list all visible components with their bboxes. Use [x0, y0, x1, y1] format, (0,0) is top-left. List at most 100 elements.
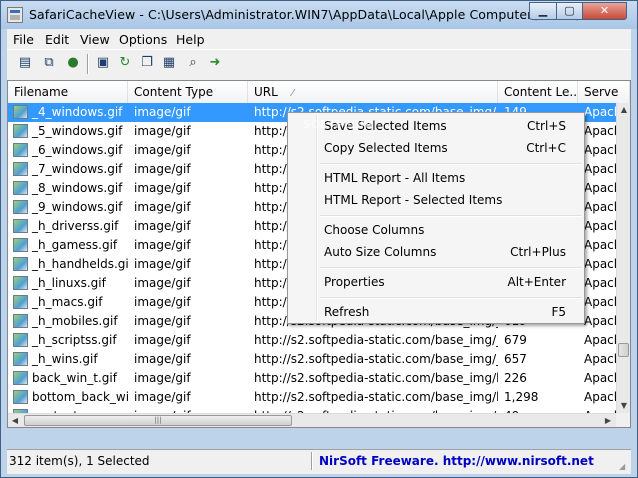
- menu-edit[interactable]: Edit: [45, 32, 69, 47]
- filename-cell: back_win_t.gif: [8, 369, 128, 388]
- vertical-scrollbar[interactable]: ▲ ▼: [616, 103, 630, 413]
- filename-cell: _h_driverss.gif: [8, 217, 128, 236]
- type-cell: image/gif: [134, 181, 191, 195]
- table-row[interactable]: back_win_t.gif image/gif http://s2.softped…: [8, 369, 616, 388]
- image-file-icon: [13, 257, 28, 271]
- save-icon[interactable]: ▣: [95, 55, 111, 71]
- type-cell: image/gif: [134, 257, 191, 271]
- vertical-scroll-thumb[interactable]: [618, 343, 629, 357]
- table-row[interactable]: bottom_back_wi... image/gif http://s2.soft…: [8, 388, 616, 407]
- nirsoft-link[interactable]: NirSoft Freeware. http://www.nirsoft.net: [319, 454, 594, 468]
- type-cell: image/gif: [128, 103, 248, 122]
- copy-icon[interactable]: ⧉: [41, 55, 57, 71]
- resize-grip-icon[interactable]: ◢: [619, 462, 629, 472]
- filename-text: _9_windows.gif: [32, 200, 123, 214]
- find-icon[interactable]: ⌕: [185, 55, 201, 71]
- scroll-up-icon[interactable]: ▲: [619, 105, 629, 115]
- properties-icon[interactable]: ▤: [17, 55, 33, 71]
- horizontal-scroll-thumb[interactable]: |||: [24, 415, 292, 426]
- type-cell: image/gif: [134, 143, 191, 157]
- context-menu-separator: [320, 163, 582, 165]
- image-file-icon: [13, 162, 28, 176]
- type-cell: image/gif: [134, 238, 191, 252]
- menu-item-copy-selected-items[interactable]: Copy Selected Items Ctrl+C: [290, 137, 582, 159]
- window-title: SafariCacheView - C:\Users\Administrator…: [29, 7, 607, 22]
- filename-cell: bottom_back_wi...: [8, 388, 128, 407]
- table-row[interactable]: _h_wins.gif image/gif http://s2.softpedia-…: [8, 350, 616, 369]
- menu-item-html-report-selected-items[interactable]: HTML Report - Selected Items: [290, 189, 582, 211]
- filename-text: _h_scriptss.gif: [32, 333, 117, 347]
- menu-options[interactable]: Options: [119, 32, 167, 47]
- type-cell: image/gif: [134, 124, 191, 138]
- filename-cell: _6_windows.gif: [8, 141, 128, 160]
- column-filename[interactable]: Filename: [8, 81, 128, 103]
- filename-text: _7_windows.gif: [32, 162, 123, 176]
- url-cell: http://s2.softpedia-static.com/base_img/…: [254, 371, 498, 385]
- menu-file[interactable]: File: [13, 32, 34, 47]
- horizontal-scrollbar[interactable]: ◀ ||| ▶: [8, 413, 616, 427]
- menu-item-refresh[interactable]: Refresh F5: [290, 301, 582, 323]
- filename-text: _h_macs.gif: [32, 295, 103, 309]
- context-menu: Save Selected Items Ctrl+S Copy Selected I…: [287, 112, 585, 324]
- menu-item-label: Auto Size Columns: [324, 245, 437, 259]
- image-file-icon: [13, 238, 28, 252]
- column-url[interactable]: URL ⁄: [248, 81, 498, 103]
- menu-item-shortcut: Ctrl+S: [526, 119, 566, 133]
- server-cell: Apacl: [584, 371, 616, 385]
- filename-cell: _h_gamess.gif: [8, 236, 128, 255]
- html-report-icon[interactable]: ▦: [161, 55, 177, 71]
- copy-selected-icon[interactable]: ❐: [139, 55, 155, 71]
- close-button[interactable]: ✕: [582, 2, 627, 20]
- filename-text: _4_windows.gif: [32, 105, 123, 119]
- menu-item-properties[interactable]: Properties Alt+Enter: [290, 271, 582, 293]
- sort-arrow-icon: ⁄: [291, 88, 294, 99]
- table-row[interactable]: _h_scriptss.gif image/gif http://s2.softpe…: [8, 331, 616, 350]
- menu-item-html-report-all-items[interactable]: HTML Report - All Items: [290, 167, 582, 189]
- filename-text: bottom_back_wi...: [32, 390, 128, 404]
- image-file-icon: [13, 314, 28, 328]
- list-header: Filename Content Type URL ⁄ Content Le...…: [8, 81, 630, 104]
- status-item-count: 312 item(s), 1 Selected: [9, 454, 150, 468]
- scroll-right-icon[interactable]: ▶: [602, 415, 614, 427]
- menu-item-label: Properties: [324, 275, 385, 289]
- menu-view[interactable]: View: [80, 32, 110, 47]
- web-icon[interactable]: ●: [65, 55, 81, 71]
- scroll-down-icon[interactable]: ▼: [619, 401, 629, 411]
- exit-icon[interactable]: ➜: [207, 55, 223, 71]
- menu-item-auto-size-columns[interactable]: Auto Size Columns Ctrl+Plus: [290, 241, 582, 263]
- filename-cell: _9_windows.gif: [8, 198, 128, 217]
- filename-text: _6_windows.gif: [32, 143, 123, 157]
- filename-text: _h_linuxs.gif: [32, 276, 106, 290]
- menu-help[interactable]: Help: [176, 32, 205, 47]
- column-content-type[interactable]: Content Type: [128, 81, 248, 103]
- column-content-length[interactable]: Content Le...: [498, 81, 578, 103]
- filename-text: _h_gamess.gif: [32, 238, 118, 252]
- type-cell: image/gif: [134, 333, 191, 347]
- maximize-button[interactable]: ▢: [556, 2, 583, 20]
- server-cell: Apacl: [584, 352, 616, 366]
- image-file-icon: [13, 352, 28, 366]
- toolbar: ▤ ⧉ ● ▣ ↻ ❐ ▦ ⌕ ➜: [7, 49, 631, 80]
- image-file-icon: [13, 390, 28, 404]
- title-bar[interactable]: SafariCacheView - C:\Users\Administrator…: [1, 1, 637, 29]
- filename-text: _8_windows.gif: [32, 181, 123, 195]
- type-cell: image/gif: [134, 162, 191, 176]
- refresh-icon[interactable]: ↻: [117, 55, 133, 71]
- menu-item-shortcut: Ctrl+Plus: [510, 245, 566, 259]
- image-file-icon: [13, 371, 28, 385]
- menu-item-label: HTML Report - Selected Items: [324, 193, 503, 207]
- server-cell: Apacl: [584, 333, 616, 347]
- length-cell: 1,298: [504, 390, 539, 404]
- minimize-button[interactable]: ▁: [529, 2, 557, 20]
- length-cell: 657: [504, 352, 527, 366]
- scroll-left-icon[interactable]: ◀: [9, 415, 21, 427]
- type-cell: image/gif: [134, 200, 191, 214]
- menu-item-choose-columns[interactable]: Choose Columns: [290, 219, 582, 241]
- context-menu-separator: [320, 267, 582, 269]
- filename-cell: _5_windows.gif: [8, 122, 128, 141]
- status-divider: [311, 452, 313, 470]
- filename-cell: _4_windows.gif: [8, 103, 128, 122]
- column-server[interactable]: Serve: [578, 81, 630, 103]
- app-window: SafariCacheView - C:\Users\Administrator…: [0, 0, 638, 478]
- filename-text: _h_driverss.gif: [32, 219, 119, 233]
